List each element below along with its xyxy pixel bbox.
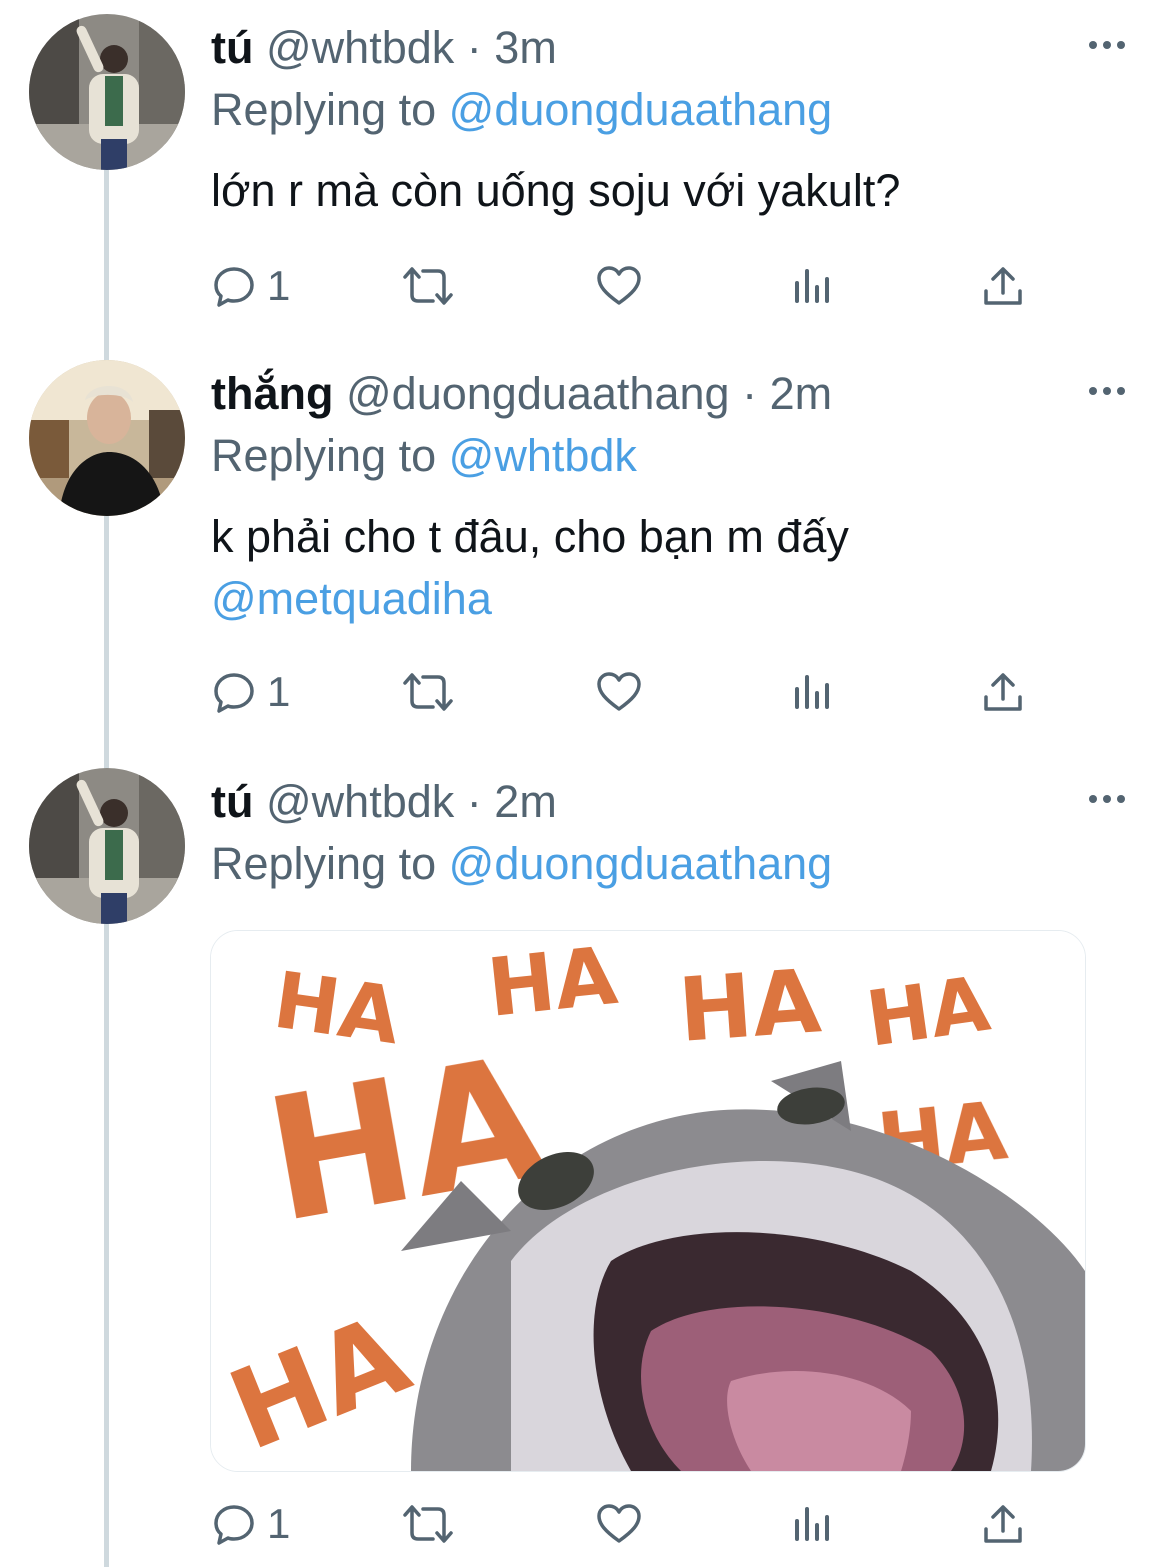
tweet-actions: 1 — [211, 1494, 1051, 1554]
tweet-header: thắng @duongduaathang · 2m — [211, 368, 832, 420]
analytics-icon — [791, 263, 835, 309]
timestamp[interactable]: 2m — [770, 368, 833, 419]
reply-count: 1 — [267, 668, 291, 715]
reply-count: 1 — [267, 262, 291, 309]
analytics-button[interactable] — [791, 256, 835, 316]
replying-label: Replying to — [211, 430, 437, 481]
retweet-icon — [399, 1501, 457, 1547]
reply-button[interactable]: 1 — [211, 1494, 290, 1554]
share-icon — [981, 1501, 1025, 1547]
tweet-text: lớn r mà còn uống soju với yakult? — [211, 165, 901, 216]
avatar[interactable] — [29, 768, 185, 924]
reply-icon — [211, 1501, 257, 1547]
tweet-text-line: k phải cho t đâu, cho bạn m đấy — [211, 511, 849, 562]
handle[interactable]: @duongduaathang — [346, 368, 730, 419]
avatar[interactable] — [29, 14, 185, 170]
reply-count: 1 — [267, 1500, 291, 1547]
ha-text: HA — [483, 931, 621, 1035]
replying-to: Replying to @duongduaathang — [211, 84, 832, 136]
display-name[interactable]: tú — [211, 776, 253, 827]
handle[interactable]: @whtbdk — [266, 22, 454, 73]
tweet-header: tú @whtbdk · 2m — [211, 776, 557, 828]
like-button[interactable] — [595, 1494, 643, 1554]
display-name[interactable]: thắng — [211, 368, 333, 419]
like-button[interactable] — [595, 256, 643, 316]
tweet-actions: 1 — [211, 662, 1051, 722]
replying-label: Replying to — [211, 838, 437, 889]
share-icon — [981, 263, 1025, 309]
timestamp[interactable]: 2m — [494, 776, 557, 827]
reply-button[interactable]: 1 — [211, 662, 290, 722]
retweet-button[interactable] — [399, 662, 457, 722]
retweet-icon — [399, 669, 457, 715]
separator-dot: · — [466, 776, 482, 827]
tweet-header: tú @whtbdk · 3m — [211, 22, 557, 74]
analytics-button[interactable] — [791, 1494, 835, 1554]
share-button[interactable] — [981, 662, 1025, 722]
replying-to-mention[interactable]: @duongduaathang — [449, 838, 833, 889]
reply-icon — [211, 669, 257, 715]
separator-dot: · — [466, 22, 482, 73]
heart-icon — [595, 263, 643, 309]
laughing-cat-image[interactable]: HA HA HA HA HA HA HA HA — [210, 930, 1086, 1472]
timestamp[interactable]: 3m — [494, 22, 557, 73]
reply-icon — [211, 263, 257, 309]
retweet-button[interactable] — [399, 256, 457, 316]
more-icon[interactable] — [1085, 30, 1129, 60]
more-icon[interactable] — [1085, 376, 1129, 406]
replying-to-mention[interactable]: @whtbdk — [449, 430, 637, 481]
share-button[interactable] — [981, 1494, 1025, 1554]
tweet-text: k phải cho t đâu, cho bạn m đấy @metquad… — [211, 506, 1111, 630]
ha-text: HA — [675, 949, 824, 1062]
retweet-button[interactable] — [399, 1494, 457, 1554]
analytics-icon — [791, 669, 835, 715]
retweet-icon — [399, 263, 457, 309]
analytics-icon — [791, 1501, 835, 1547]
replying-label: Replying to — [211, 84, 437, 135]
tweet-actions: 1 — [211, 256, 1051, 316]
avatar[interactable] — [29, 360, 185, 516]
text-mention[interactable]: @metquadiha — [211, 568, 1111, 630]
replying-to: Replying to @whtbdk — [211, 430, 637, 482]
reply-button[interactable]: 1 — [211, 256, 290, 316]
ha-text: HA — [861, 959, 995, 1064]
handle[interactable]: @whtbdk — [266, 776, 454, 827]
replying-to-mention[interactable]: @duongduaathang — [449, 84, 833, 135]
display-name[interactable]: tú — [211, 22, 253, 73]
separator-dot: · — [742, 368, 758, 419]
more-icon[interactable] — [1085, 784, 1129, 814]
share-icon — [981, 669, 1025, 715]
share-button[interactable] — [981, 256, 1025, 316]
heart-icon — [595, 669, 643, 715]
analytics-button[interactable] — [791, 662, 835, 722]
heart-icon — [595, 1501, 643, 1547]
replying-to: Replying to @duongduaathang — [211, 838, 832, 890]
like-button[interactable] — [595, 662, 643, 722]
